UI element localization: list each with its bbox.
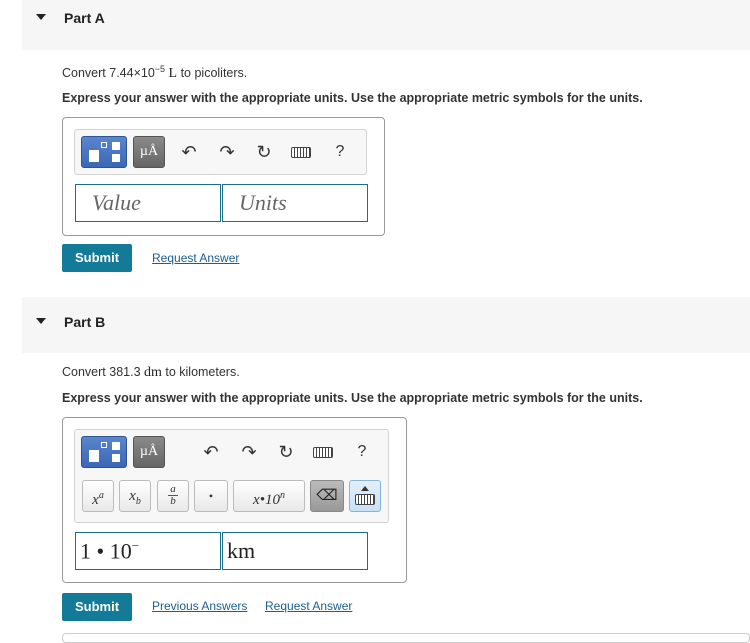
- templates-button[interactable]: [81, 136, 127, 168]
- fraction-button[interactable]: a b: [157, 480, 189, 512]
- next-part-box-edge: [62, 633, 750, 643]
- collapse-caret-icon[interactable]: [36, 318, 46, 324]
- dot-button[interactable]: •: [194, 480, 228, 512]
- backspace-icon[interactable]: ⌫: [310, 480, 344, 512]
- templates-button[interactable]: [81, 436, 127, 468]
- part-a-toolbar: µÅ ↶ ↷ ↻ ?: [74, 129, 367, 175]
- part-a-question: Convert 7.44×10−5 L to picoliters.: [62, 64, 248, 82]
- part-b-request-answer-link[interactable]: Request Answer: [265, 599, 352, 613]
- undo-icon[interactable]: ↶: [177, 136, 201, 168]
- reset-icon[interactable]: ↻: [274, 436, 298, 468]
- part-b-header[interactable]: Part B: [22, 297, 750, 353]
- part-a-value-input[interactable]: Value: [75, 184, 221, 222]
- part-a-instruction: Express your answer with the appropriate…: [62, 91, 643, 105]
- part-a-header[interactable]: Part A: [22, 0, 750, 50]
- caret-up-icon: [361, 486, 369, 491]
- collapse-caret-icon[interactable]: [36, 14, 46, 20]
- keyboard-toggle-button[interactable]: [349, 480, 381, 512]
- keyboard-icon[interactable]: [313, 447, 333, 458]
- part-b-units-input[interactable]: km: [222, 532, 368, 570]
- redo-icon[interactable]: ↷: [215, 136, 239, 168]
- help-button[interactable]: ?: [330, 136, 350, 168]
- scientific-notation-button[interactable]: x•10n: [233, 480, 305, 512]
- part-a-answer-box: µÅ ↶ ↷ ↻ ? Value Units: [62, 117, 385, 236]
- keyboard-icon[interactable]: [291, 147, 311, 158]
- part-b-submit-button[interactable]: Submit: [62, 593, 132, 621]
- units-button[interactable]: µÅ: [133, 136, 165, 168]
- part-b-answer-box: µÅ ↶ ↷ ↻ ? xa xb a b • x•10n ⌫ 1 • 10− k…: [62, 417, 407, 583]
- template-block-icon: [89, 150, 99, 162]
- units-button[interactable]: µÅ: [133, 436, 165, 468]
- part-a-submit-button[interactable]: Submit: [62, 244, 132, 272]
- superscript-button[interactable]: xa: [82, 480, 114, 512]
- template-block-icon: [89, 450, 99, 462]
- part-b-previous-answers-link[interactable]: Previous Answers: [152, 599, 247, 613]
- part-b-value-input[interactable]: 1 • 10−: [75, 532, 221, 570]
- help-button[interactable]: ?: [352, 436, 372, 468]
- part-a-units-input[interactable]: Units: [222, 184, 368, 222]
- part-b-instruction: Express your answer with the appropriate…: [62, 391, 643, 405]
- part-a-request-answer-link[interactable]: Request Answer: [152, 251, 239, 265]
- redo-icon[interactable]: ↷: [237, 436, 261, 468]
- keyboard-icon: [355, 494, 375, 505]
- part-b-question: Convert 381.3 dm to kilometers.: [62, 365, 240, 380]
- reset-icon[interactable]: ↻: [252, 136, 276, 168]
- part-a-title: Part A: [64, 10, 105, 26]
- subscript-button[interactable]: xb: [119, 480, 151, 512]
- part-b-title: Part B: [64, 314, 106, 330]
- part-b-toolbar: µÅ ↶ ↷ ↻ ? xa xb a b • x•10n ⌫: [74, 429, 389, 523]
- undo-icon[interactable]: ↶: [199, 436, 223, 468]
